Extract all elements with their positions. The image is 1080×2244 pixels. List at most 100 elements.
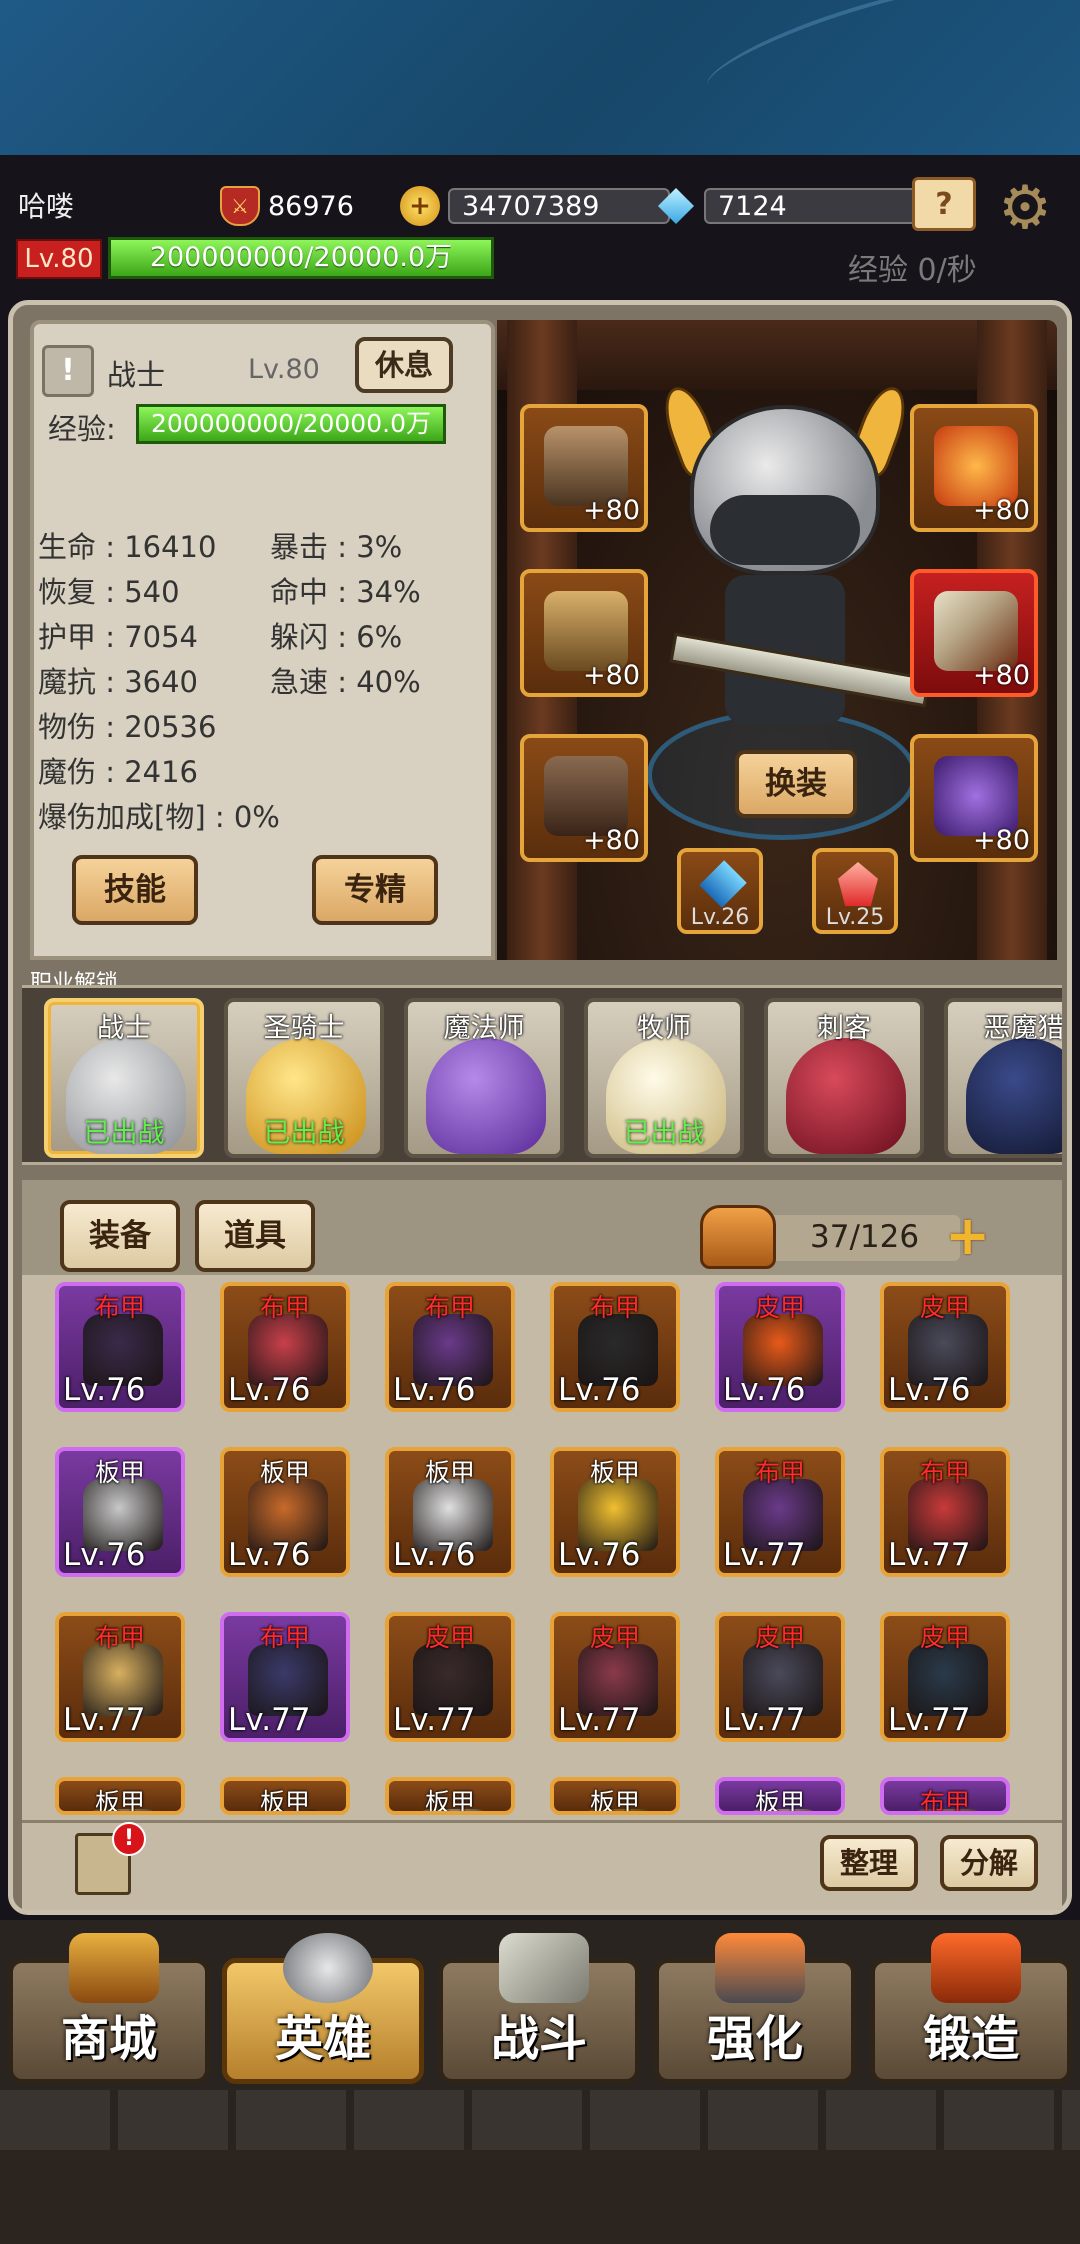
item-level: Lv.76 bbox=[393, 1537, 476, 1573]
item-type-label: 皮甲 bbox=[754, 1293, 805, 1322]
equip-enhance-level: +80 bbox=[583, 825, 640, 856]
tab-items[interactable]: 道具 bbox=[195, 1200, 315, 1272]
inventory-item[interactable]: 布甲 Lv.76 bbox=[385, 1282, 515, 1412]
stat-magic-resist: 魔抗 : 3640 bbox=[38, 665, 199, 699]
item-level: Lv.76 bbox=[63, 1372, 146, 1408]
hero-character bbox=[655, 380, 931, 755]
item-type-label: 板甲 bbox=[259, 1788, 310, 1815]
equip-slot-ring[interactable]: +80 bbox=[910, 734, 1038, 862]
inventory-item[interactable]: 板甲 Lv.76 bbox=[550, 1447, 680, 1577]
item-type-label: 板甲 bbox=[754, 1788, 805, 1815]
inventory-item[interactable]: 布甲 Lv.76 bbox=[550, 1282, 680, 1412]
rest-button[interactable]: 休息 bbox=[355, 337, 453, 393]
nav-forge[interactable]: 锻造 bbox=[870, 1933, 1072, 2084]
class-card-demon-hunter[interactable]: 恶魔猎 bbox=[944, 998, 1062, 1158]
stats-left: 生命 : 16410 恢复 : 540 护甲 : 7054 魔抗 : 3640 … bbox=[38, 525, 280, 840]
equip-enhance-level: +80 bbox=[973, 495, 1030, 526]
item-level: Lv.76 bbox=[228, 1372, 311, 1408]
class-card-assassin[interactable]: 刺客 bbox=[764, 998, 924, 1158]
equip-enhance-level: +80 bbox=[583, 660, 640, 691]
inventory-item[interactable]: 布甲 Lv.76 bbox=[55, 1282, 185, 1412]
gold-plus-icon[interactable]: + bbox=[400, 186, 440, 226]
item-level: Lv.76 bbox=[558, 1372, 641, 1408]
item-type-label: 板甲 bbox=[589, 1458, 640, 1487]
inventory-item[interactable]: 皮甲 Lv.77 bbox=[385, 1612, 515, 1742]
gold-display[interactable]: + 34707389 bbox=[400, 186, 670, 226]
skill-button[interactable]: 技能 bbox=[72, 855, 198, 925]
stat-hp: 生命 : 16410 bbox=[38, 530, 217, 564]
inventory-item[interactable]: 皮甲 Lv.76 bbox=[715, 1282, 845, 1412]
sort-button[interactable]: 整理 bbox=[820, 1835, 918, 1891]
item-level: Lv.77 bbox=[63, 1702, 146, 1738]
class-card-priest[interactable]: 牧师 已出战 bbox=[584, 998, 744, 1158]
tab-equipment[interactable]: 装备 bbox=[60, 1200, 180, 1272]
inventory-item[interactable]: 板甲 bbox=[550, 1777, 680, 1815]
item-type-label: 皮甲 bbox=[754, 1623, 805, 1652]
stat-magic-dmg: 魔伤 : 2416 bbox=[38, 755, 199, 789]
equip-slot-weapon[interactable]: +80 bbox=[910, 569, 1038, 697]
stat-hit: 命中 : 34% bbox=[270, 575, 421, 609]
class-card-warrior[interactable]: 战士 已出战 bbox=[44, 998, 204, 1158]
expand-capacity-icon[interactable]: + bbox=[945, 1209, 990, 1263]
inventory-item[interactable]: 布甲 Lv.76 bbox=[220, 1282, 350, 1412]
decompose-button[interactable]: 分解 bbox=[940, 1835, 1038, 1891]
inventory-item[interactable]: 板甲 bbox=[220, 1777, 350, 1815]
hero-class-level: Lv.80 bbox=[248, 354, 320, 385]
item-type-label: 布甲 bbox=[259, 1623, 310, 1652]
inventory-item[interactable]: 皮甲 Lv.77 bbox=[880, 1612, 1010, 1742]
item-type-label: 板甲 bbox=[589, 1788, 640, 1815]
equip-slot-boots[interactable]: +80 bbox=[520, 734, 648, 862]
equip-slot-armor[interactable]: +80 bbox=[520, 569, 648, 697]
player-name: 哈喽 bbox=[18, 190, 75, 223]
equip-enhance-level: +80 bbox=[973, 660, 1030, 691]
specialize-button[interactable]: 专精 bbox=[312, 855, 438, 925]
inventory-item[interactable]: 皮甲 Lv.77 bbox=[715, 1612, 845, 1742]
inventory-item[interactable]: 板甲 Lv.76 bbox=[55, 1447, 185, 1577]
inventory-item[interactable]: 板甲 bbox=[385, 1777, 515, 1815]
help-book-icon[interactable]: ? bbox=[912, 177, 976, 231]
equip-enhance-level: +80 bbox=[583, 495, 640, 526]
inventory-item[interactable]: 布甲 Lv.77 bbox=[715, 1447, 845, 1577]
inventory-item[interactable]: 皮甲 Lv.76 bbox=[880, 1282, 1010, 1412]
inventory-item[interactable]: 板甲 bbox=[55, 1777, 185, 1815]
nav-battle[interactable]: 战斗 bbox=[438, 1933, 640, 2084]
inventory-item[interactable]: 板甲 Lv.76 bbox=[220, 1447, 350, 1577]
inventory-item[interactable]: 布甲 Lv.77 bbox=[880, 1447, 1010, 1577]
item-type-label: 布甲 bbox=[259, 1293, 310, 1322]
item-type-label: 布甲 bbox=[424, 1293, 475, 1322]
change-outfit-button[interactable]: 换装 bbox=[735, 750, 857, 818]
forge-sword-icon bbox=[931, 1933, 1021, 2003]
item-type-label: 皮甲 bbox=[589, 1623, 640, 1652]
gems-display[interactable]: 7124 bbox=[656, 187, 924, 225]
inventory-item[interactable]: 板甲 Lv.76 bbox=[385, 1447, 515, 1577]
treasure-chest-icon bbox=[69, 1933, 159, 2003]
equip-slot-helmet[interactable]: +80 bbox=[520, 404, 648, 532]
inventory-item[interactable]: 布甲 Lv.77 bbox=[220, 1612, 350, 1742]
item-level: Lv.76 bbox=[558, 1537, 641, 1573]
inventory-item[interactable]: 布甲 Lv.77 bbox=[55, 1612, 185, 1742]
nav-hero[interactable]: 英雄 bbox=[222, 1933, 424, 2084]
inventory-item[interactable]: 板甲 bbox=[715, 1777, 845, 1815]
hero-class-name: 战士 bbox=[107, 358, 166, 392]
gem-plus-icon[interactable] bbox=[656, 186, 696, 226]
class-card-paladin[interactable]: 圣骑士 已出战 bbox=[224, 998, 384, 1158]
class-strip: 战士 已出战 圣骑士 已出战 魔法师 牧师 已出战 刺客 恶魔猎 bbox=[22, 985, 1062, 1165]
inventory-item[interactable]: 皮甲 Lv.77 bbox=[550, 1612, 680, 1742]
class-card-mage[interactable]: 魔法师 bbox=[404, 998, 564, 1158]
player-level-badge: Lv.80 bbox=[16, 239, 102, 279]
gem-slot-red[interactable]: Lv.25 bbox=[812, 848, 898, 934]
player-exp-bar: 200000000/20000.0万 bbox=[108, 237, 494, 279]
equip-enhance-level: +80 bbox=[973, 825, 1030, 856]
item-level: Lv.77 bbox=[888, 1702, 971, 1738]
hud-bar: 哈喽 ⚔ 86976 + 34707389 7124 ? ⚙ Lv.80 200… bbox=[0, 155, 1080, 305]
power-display: ⚔ 86976 bbox=[220, 186, 354, 226]
inventory-item[interactable]: 布甲 bbox=[880, 1777, 1010, 1815]
gem-slot-blue[interactable]: Lv.26 bbox=[677, 848, 763, 934]
item-type-label: 布甲 bbox=[589, 1293, 640, 1322]
stats-right: 暴击 : 3% 命中 : 34% 躲闪 : 6% 急速 : 40% bbox=[270, 525, 421, 705]
gear-icon[interactable]: ⚙ bbox=[994, 177, 1056, 239]
anvil-hammer-icon bbox=[715, 1933, 805, 2003]
nav-shop[interactable]: 商城 bbox=[8, 1933, 210, 2084]
equip-slot-necklace[interactable]: +80 bbox=[910, 404, 1038, 532]
nav-enhance[interactable]: 强化 bbox=[654, 1933, 856, 2084]
